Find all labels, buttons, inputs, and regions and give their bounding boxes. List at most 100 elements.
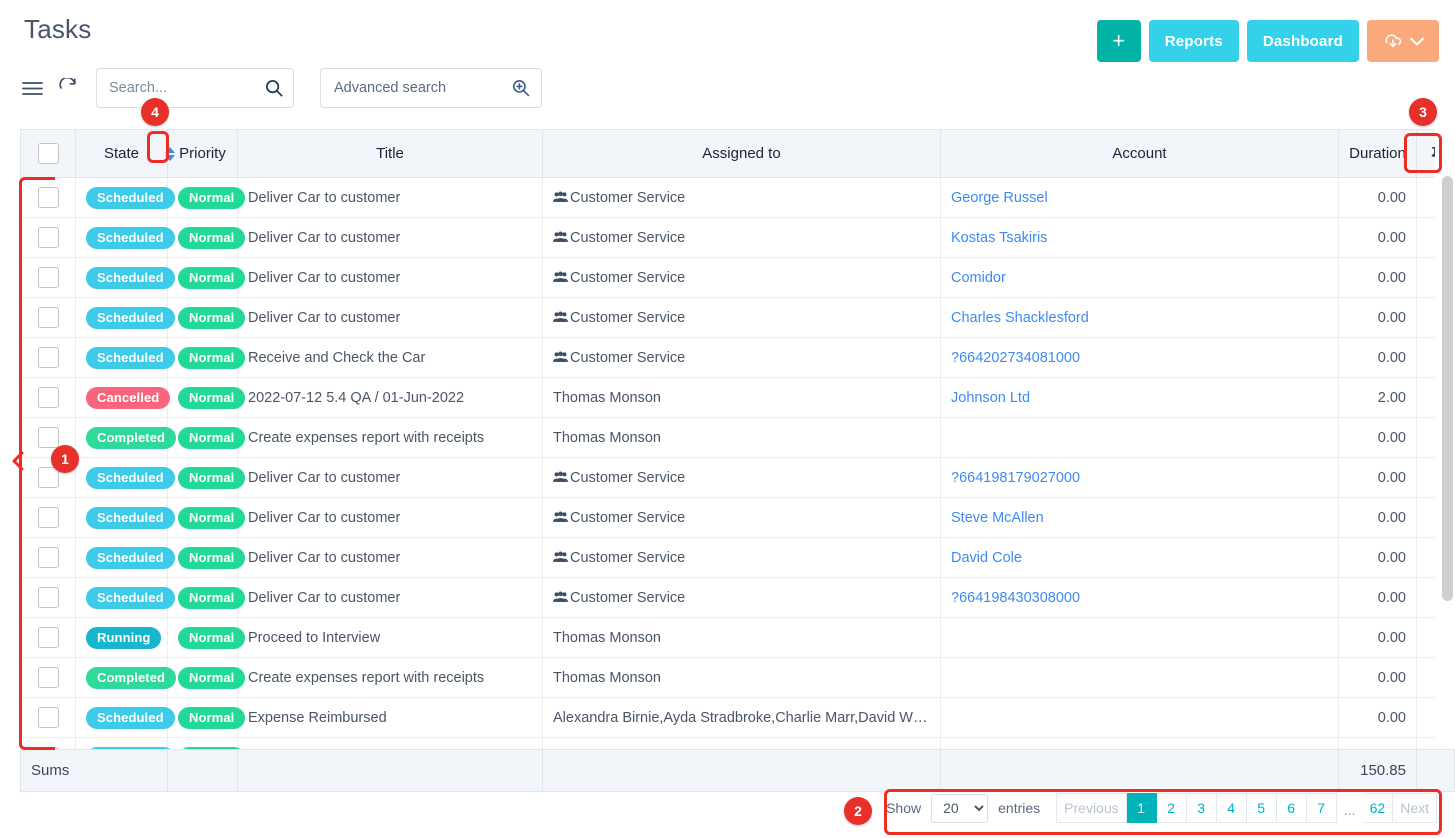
- row-checkbox[interactable]: [38, 227, 59, 248]
- column-header-title[interactable]: Title: [238, 130, 543, 178]
- account-link[interactable]: ?664202734081000: [951, 350, 1080, 366]
- hamburger-menu-icon[interactable]: [20, 76, 44, 100]
- search-box[interactable]: [96, 68, 294, 108]
- vertical-scrollbar-thumb[interactable]: [1442, 176, 1453, 601]
- pager-page-6[interactable]: 6: [1277, 793, 1307, 823]
- pager-page-5[interactable]: 5: [1247, 793, 1277, 823]
- chevron-down-icon[interactable]: [1410, 37, 1424, 46]
- priority-cell: Normal: [168, 618, 238, 658]
- add-button[interactable]: +: [1097, 20, 1141, 62]
- pager-last-page[interactable]: 62: [1363, 793, 1394, 823]
- select-all-checkbox[interactable]: [38, 143, 59, 164]
- row-checkbox[interactable]: [38, 587, 59, 608]
- table-row[interactable]: RunningNormalProceed to InterviewThomas …: [21, 618, 1436, 658]
- search-plus-icon[interactable]: [512, 79, 530, 102]
- column-header-account[interactable]: Account: [941, 130, 1339, 178]
- priority-cell: Normal: [168, 738, 238, 750]
- table-row[interactable]: ScheduledNormalDeliver Car to customerCu…: [21, 298, 1436, 338]
- table-body: ScheduledNormal Deliver Car to customer Cu…: [21, 178, 1436, 750]
- table-row[interactable]: ScheduledNormalDeliver Car to customerCu…: [21, 578, 1436, 618]
- assigned-to-label: Customer Service: [570, 510, 685, 526]
- account-link[interactable]: Charles Shacklesford: [951, 310, 1089, 326]
- account-link[interactable]: Steve McAllen: [951, 510, 1044, 526]
- pager-page-7[interactable]: 7: [1307, 793, 1337, 823]
- state-cell: Completed: [76, 418, 168, 458]
- pager-page-1[interactable]: 1: [1127, 793, 1157, 823]
- page-size-select[interactable]: 102050100: [931, 794, 988, 823]
- title-cell: Deliver Car to customer: [238, 458, 543, 498]
- sort-updown-icon[interactable]: [162, 143, 177, 165]
- row-checkbox[interactable]: [38, 707, 59, 728]
- pager-previous[interactable]: Previous: [1056, 793, 1126, 823]
- state-cell: Completed: [76, 658, 168, 698]
- row-checkbox[interactable]: [38, 387, 59, 408]
- pager-page-3[interactable]: 3: [1187, 793, 1217, 823]
- pin-icon[interactable]: [1427, 146, 1435, 162]
- team-icon: [553, 231, 568, 246]
- duration-cell: 0.00: [1339, 538, 1417, 578]
- table-row[interactable]: ScheduledNormalDeliver Car to customerCu…: [21, 458, 1436, 498]
- account-link[interactable]: ?664198179027000: [951, 470, 1080, 486]
- assigned-to-cell: Customer Service: [543, 298, 941, 338]
- column-header-assigned-to[interactable]: Assigned to: [543, 130, 941, 178]
- row-checkbox[interactable]: [38, 467, 59, 488]
- row-checkbox[interactable]: [38, 187, 59, 208]
- row-checkbox[interactable]: [38, 627, 59, 648]
- row-checkbox[interactable]: [38, 267, 59, 288]
- account-link[interactable]: Kostas Tsakiris: [951, 230, 1047, 246]
- assigned-to-label: Customer Service: [570, 470, 685, 486]
- pager-page-4[interactable]: 4: [1217, 793, 1247, 823]
- table-row[interactable]: ScheduledNormalDeliver Car to customerCu…: [21, 258, 1436, 298]
- priority-cell: Normal: [168, 538, 238, 578]
- refresh-icon[interactable]: [56, 76, 80, 100]
- row-checkbox[interactable]: [38, 667, 59, 688]
- pager-next[interactable]: Next: [1393, 793, 1437, 823]
- table-row[interactable]: ScheduledNormal: [21, 738, 1436, 750]
- table-row[interactable]: ScheduledNormalDeliver Car to customerCu…: [21, 498, 1436, 538]
- account-link[interactable]: Johnson Ltd: [951, 390, 1030, 406]
- account-cell: George Russel: [941, 178, 1339, 218]
- table-row[interactable]: ScheduledNormalDeliver Car to customerCu…: [21, 538, 1436, 578]
- priority-badge: Normal: [178, 347, 245, 369]
- row-checkbox[interactable]: [38, 547, 59, 568]
- priority-cell: Normal: [168, 178, 238, 218]
- account-link[interactable]: David Cole: [951, 550, 1022, 566]
- sums-assigned-cell: [543, 750, 941, 792]
- assigned-to-label: Thomas Monson: [553, 430, 661, 446]
- reports-button[interactable]: Reports: [1149, 20, 1239, 62]
- priority-badge: Normal: [178, 467, 245, 489]
- assigned-to-cell: Customer Service: [543, 218, 941, 258]
- dashboard-button[interactable]: Dashboard: [1247, 20, 1359, 62]
- title-cell: [238, 738, 543, 750]
- row-select-cell: [21, 258, 76, 298]
- row-checkbox[interactable]: [38, 307, 59, 328]
- advanced-search-box[interactable]: Advanced search: [320, 68, 542, 108]
- row-checkbox[interactable]: [38, 507, 59, 528]
- table-row[interactable]: ScheduledNormalReceive and Check the Car…: [21, 338, 1436, 378]
- account-cell: ?664198430308000: [941, 578, 1339, 618]
- table-row[interactable]: CancelledNormal2022-07-12 5.4 QA / 01-Ju…: [21, 378, 1436, 418]
- account-link[interactable]: Comidor: [951, 270, 1006, 286]
- column-header-state[interactable]: State: [76, 130, 168, 178]
- account-link[interactable]: ?664198430308000: [951, 590, 1080, 606]
- priority-badge: Normal: [178, 627, 245, 649]
- search-icon[interactable]: [265, 79, 283, 102]
- account-link[interactable]: George Russel: [951, 190, 1048, 206]
- table-row[interactable]: CompletedNormalCreate expenses report wi…: [21, 658, 1436, 698]
- column-header-duration[interactable]: Duration: [1339, 130, 1417, 178]
- row-checkbox[interactable]: [38, 347, 59, 368]
- table-row[interactable]: ScheduledNormalDeliver Car to customerCu…: [21, 178, 1436, 218]
- pager-page-2[interactable]: 2: [1157, 793, 1187, 823]
- table-row[interactable]: CompletedNormalCreate expenses report wi…: [21, 418, 1436, 458]
- priority-badge: Normal: [178, 187, 245, 209]
- page-title: Tasks: [24, 14, 91, 45]
- table-row[interactable]: ScheduledNormalDeliver Car to customerCu…: [21, 218, 1436, 258]
- column-header-pin[interactable]: [1417, 130, 1436, 178]
- table-row[interactable]: ScheduledNormalExpense ReimbursedAlexand…: [21, 698, 1436, 738]
- row-pin-cell: [1417, 298, 1436, 338]
- row-checkbox[interactable]: [38, 427, 59, 448]
- export-button[interactable]: [1367, 20, 1439, 62]
- row-pin-cell: [1417, 738, 1436, 750]
- search-input[interactable]: [97, 69, 293, 107]
- column-header-priority[interactable]: Priority: [168, 130, 238, 178]
